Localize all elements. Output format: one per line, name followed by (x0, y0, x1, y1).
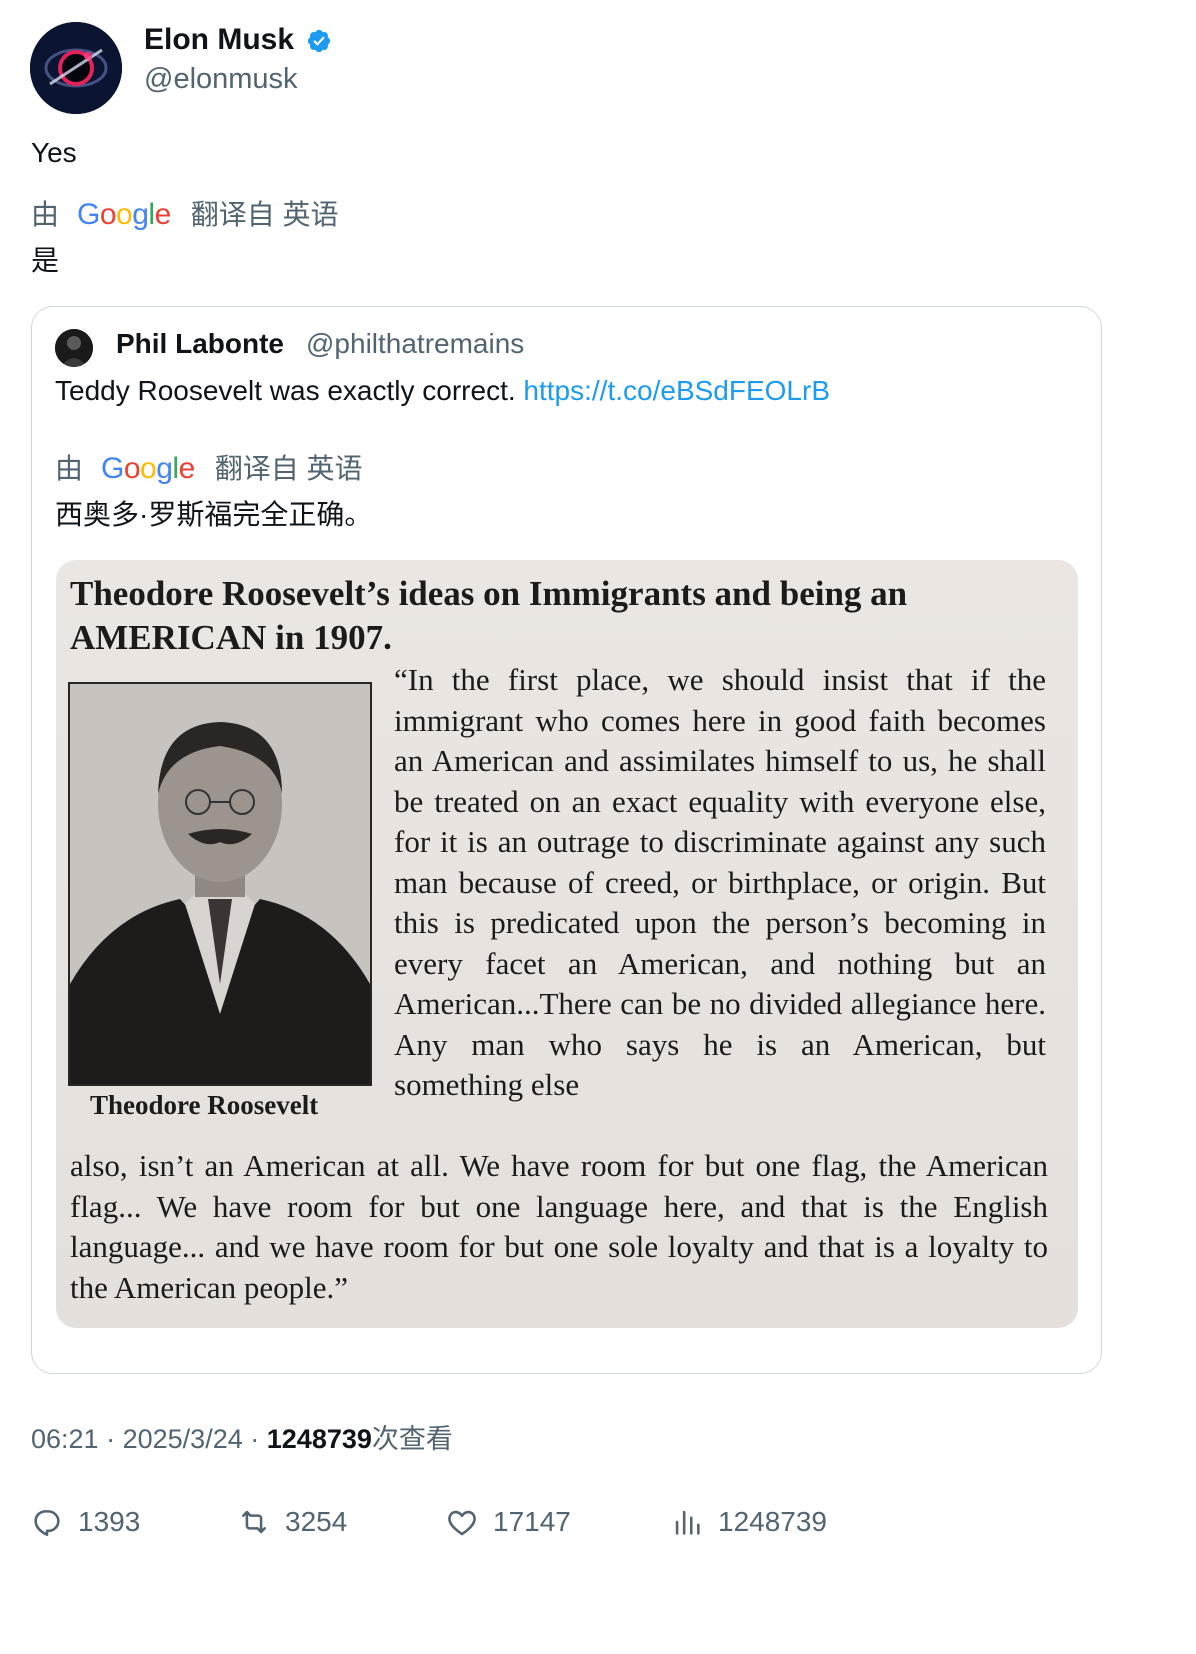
avatar-image (30, 22, 122, 114)
views-button[interactable]: 1248739 (670, 1502, 827, 1542)
reply-button[interactable]: 1393 (30, 1502, 140, 1542)
quoted-avatar-image (55, 329, 93, 367)
quoted-translated-text: 西奥多·罗斯福完全正确。 (55, 499, 373, 530)
analytics-icon (675, 1510, 700, 1535)
quoted-text-body: Teddy Roosevelt was exactly correct. (55, 375, 516, 406)
quoted-translation-attribution: 由 Google 翻译自 英语 (55, 452, 363, 486)
author-avatar[interactable] (30, 22, 122, 114)
translated-text: 是 (31, 245, 60, 276)
view-count-label: 次查看 (371, 1424, 453, 1454)
clipping-body-bottom: also, isn’t an American at all. We have … (70, 1148, 1048, 1305)
quoted-translation-label[interactable]: 翻译自 英语 (215, 452, 363, 486)
verified-badge-icon (307, 29, 331, 53)
translation-label[interactable]: 翻译自 英语 (191, 198, 339, 232)
heart-icon (448, 1510, 476, 1536)
retweet-icon (242, 1510, 266, 1534)
portrait-image (70, 684, 370, 1084)
like-count: 17147 (493, 1506, 571, 1537)
translation-attribution: 由 Google 翻译自 英语 (31, 198, 339, 232)
reply-icon (34, 1510, 60, 1537)
attached-image[interactable]: Theodore Roosevelt’s ideas on Immigrants… (56, 560, 1078, 1328)
author-name[interactable]: Elon Musk (144, 22, 294, 58)
author-handle[interactable]: @elonmusk (144, 62, 298, 96)
google-logo: Google (77, 198, 171, 231)
quoted-tweet-text: Teddy Roosevelt was exactly correct. htt… (55, 374, 830, 408)
like-button[interactable]: 17147 (445, 1502, 571, 1542)
views-count: 1248739 (718, 1506, 828, 1537)
clipping-body-column: “In the first place, we should insist th… (394, 662, 1046, 1102)
tweet-meta: 06:21 · 2025/3/24 · 1248739次查看 (31, 1422, 453, 1456)
roosevelt-portrait (68, 682, 372, 1086)
meta-separator: · (250, 1424, 260, 1454)
clipping-title: Theodore Roosevelt’s ideas on Immigrants… (70, 574, 908, 657)
view-count: 1248739 (266, 1424, 372, 1454)
portrait-caption: Theodore Roosevelt (90, 1090, 319, 1120)
google-logo: Google (101, 452, 195, 485)
quoted-author-avatar[interactable] (55, 329, 93, 367)
quoted-translation-by: 由 (55, 453, 84, 484)
retweet-count: 3254 (285, 1506, 348, 1537)
quoted-tweet-link[interactable]: https://t.co/eBSdFEOLrB (523, 375, 830, 406)
tweet-text: Yes (31, 137, 77, 168)
tweet-date[interactable]: 2025/3/24 (123, 1424, 243, 1454)
translation-by: 由 (31, 199, 60, 230)
quoted-author-handle[interactable]: @philthatremains (306, 327, 524, 361)
quoted-author-name[interactable]: Phil Labonte (116, 327, 284, 361)
retweet-button[interactable]: 3254 (237, 1502, 347, 1542)
meta-separator: · (106, 1424, 116, 1454)
reply-count: 1393 (78, 1506, 141, 1537)
tweet-time[interactable]: 06:21 (31, 1424, 99, 1454)
